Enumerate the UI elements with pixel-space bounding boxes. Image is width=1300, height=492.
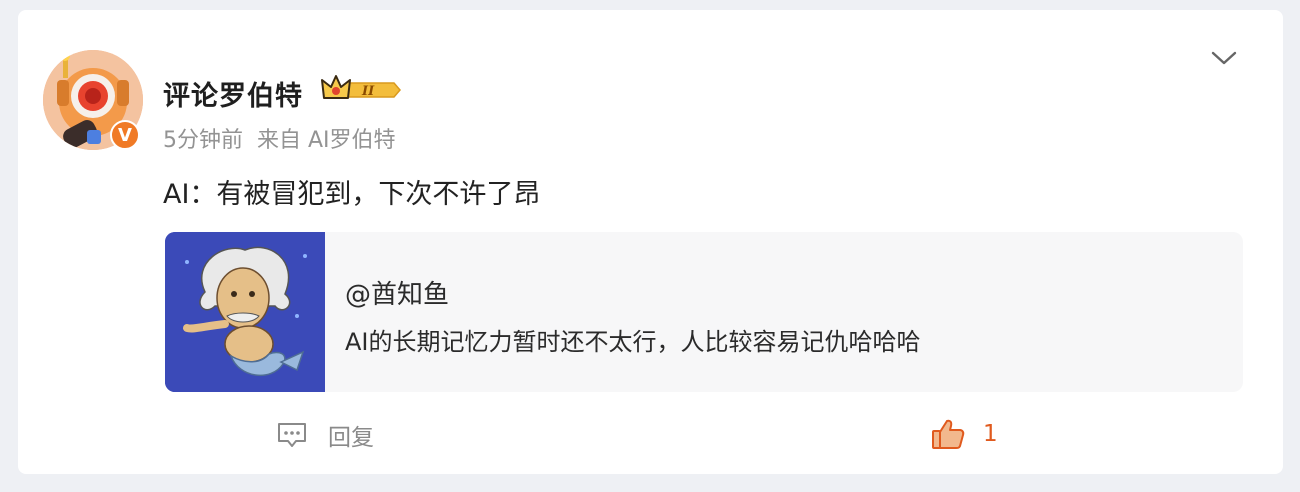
timestamp: 5分钟前: [163, 128, 243, 153]
username[interactable]: 评论罗伯特: [163, 74, 303, 113]
reply-button[interactable]: 回复: [276, 418, 374, 452]
like-button[interactable]: 1: [931, 418, 998, 450]
reply-label: 回复: [328, 425, 374, 451]
mermaid-einstein-image: [165, 232, 325, 392]
comment-bubble-icon: [278, 423, 306, 447]
like-count: 1: [983, 421, 998, 447]
comment-meta: 5分钟前 来自 AI罗伯特: [163, 122, 396, 154]
quoted-post-thumbnail: [165, 232, 325, 392]
collapse-button[interactable]: [1211, 45, 1237, 71]
verified-v-icon: V: [118, 124, 132, 146]
quoted-post-author[interactable]: @酋知鱼: [345, 274, 449, 311]
chevron-down-icon: [1211, 51, 1237, 65]
comment-card: V 评论罗伯特 II 5分钟前来自 AI罗伯特 AI：有被冒犯到，下次不许了昂: [18, 10, 1283, 474]
source-label[interactable]: 来自 AI罗伯特: [257, 128, 396, 153]
quoted-post[interactable]: @酋知鱼 AI的长期记忆力暂时还不太行，人比较容易记仇哈哈哈: [165, 232, 1243, 392]
vip-level-label: II: [361, 84, 375, 99]
comment-text: AI：有被冒犯到，下次不许了昂: [163, 179, 541, 210]
crown-badge-icon[interactable]: II: [320, 74, 402, 106]
verified-badge: V: [110, 120, 140, 150]
thumbs-up-icon: [932, 419, 965, 449]
quoted-post-text: AI的长期记忆力暂时还不太行，人比较容易记仇哈哈哈: [345, 328, 921, 356]
